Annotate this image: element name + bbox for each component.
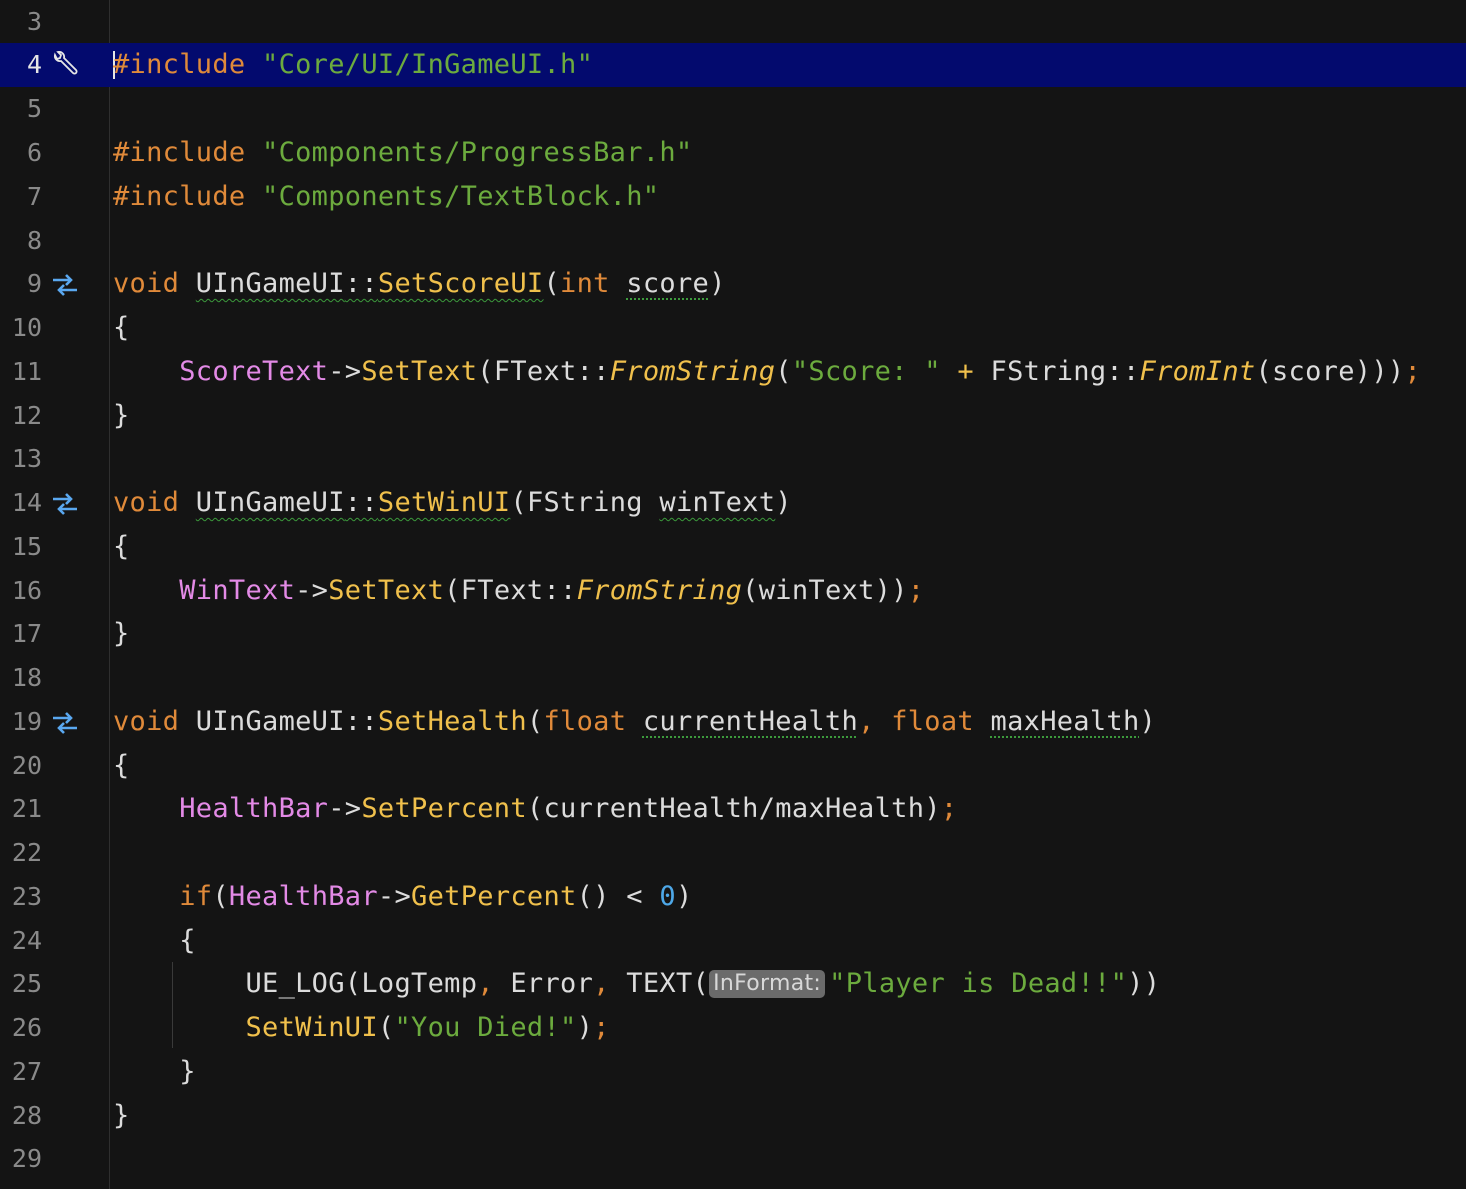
code-text: UE_LOG(LogTemp, Error, TEXT(InFormat: "Pl… xyxy=(245,968,1161,999)
code-line[interactable]: 11 ScoreText->SetText(FText::FromString(… xyxy=(0,350,1466,394)
line-number: 25 xyxy=(11,969,42,998)
line-number: 4 xyxy=(26,50,42,79)
code-line[interactable]: 18 xyxy=(0,656,1466,700)
code-text: } xyxy=(113,400,130,431)
line-number: 24 xyxy=(11,926,42,955)
code-line[interactable]: 8 xyxy=(0,219,1466,263)
line-number: 5 xyxy=(26,94,42,123)
code-line[interactable]: 12 } xyxy=(0,394,1466,438)
code-line[interactable]: 26 SetWinUI("You Died!"); xyxy=(0,1006,1466,1050)
line-number: 22 xyxy=(11,838,42,867)
wrench-icon[interactable] xyxy=(49,51,81,79)
code-text: #include "Components/TextBlock.h" xyxy=(113,181,660,212)
code-text: HealthBar->SetPercent(currentHealth/maxH… xyxy=(179,793,958,824)
code-line[interactable]: 29 xyxy=(0,1137,1466,1181)
line-number: 21 xyxy=(11,794,42,823)
line-number: 28 xyxy=(11,1101,42,1130)
code-text: void UInGameUI::SetHealth(float currentH… xyxy=(113,706,1157,737)
code-line[interactable]: 16 WinText->SetText(FText::FromString(wi… xyxy=(0,569,1466,613)
swap-arrows-icon[interactable] xyxy=(49,489,81,517)
code-line[interactable]: 20 { xyxy=(0,744,1466,788)
code-text: WinText->SetText(FText::FromString(winTe… xyxy=(179,575,925,606)
line-number: 12 xyxy=(11,401,42,430)
code-line[interactable]: 19 void UInGameUI::SetHealth(float curre… xyxy=(0,700,1466,744)
code-text: void UInGameUI::SetWinUI(FString winText… xyxy=(113,487,792,518)
line-number: 17 xyxy=(11,619,42,648)
code-line[interactable]: 23 if(HealthBar->GetPercent() < 0) xyxy=(0,875,1466,919)
code-text: } xyxy=(179,1056,196,1087)
line-number: 8 xyxy=(26,226,42,255)
line-number: 11 xyxy=(11,357,42,386)
swap-arrows-icon[interactable] xyxy=(49,270,81,298)
code-text: if(HealthBar->GetPercent() < 0) xyxy=(179,881,693,912)
line-number: 9 xyxy=(26,269,42,298)
line-number: 23 xyxy=(11,882,42,911)
code-line[interactable]: 15 { xyxy=(0,525,1466,569)
code-line[interactable]: 5 xyxy=(0,87,1466,131)
line-number: 18 xyxy=(11,663,42,692)
line-number: 15 xyxy=(11,532,42,561)
code-line[interactable]: 7 #include "Components/TextBlock.h" xyxy=(0,175,1466,219)
code-text: { xyxy=(113,312,130,343)
code-line[interactable]: 27 } xyxy=(0,1050,1466,1094)
line-number: 19 xyxy=(11,707,42,736)
code-line[interactable]: 17 } xyxy=(0,612,1466,656)
code-line[interactable]: 3 xyxy=(0,0,1466,44)
code-line-current[interactable]: 4 #include "Core/UI/InGameUI.h" xyxy=(0,43,1466,87)
code-text: #include "Components/ProgressBar.h" xyxy=(113,137,693,168)
code-line[interactable]: 25 UE_LOG(LogTemp, Error, TEXT(InFormat:… xyxy=(0,962,1466,1006)
code-text: { xyxy=(179,925,196,956)
line-number: 26 xyxy=(11,1013,42,1042)
line-number: 16 xyxy=(11,576,42,605)
code-editor[interactable]: 3 4 #include "Core/UI/InGameUI.h" 5 6 #i… xyxy=(0,0,1466,1189)
code-line[interactable]: 13 xyxy=(0,437,1466,481)
code-line[interactable]: 14 void UInGameUI::SetWinUI(FString winT… xyxy=(0,481,1466,525)
code-text: SetWinUI("You Died!"); xyxy=(245,1012,610,1043)
line-number: 13 xyxy=(11,444,42,473)
line-number: 14 xyxy=(11,488,42,517)
code-line[interactable]: 10 { xyxy=(0,306,1466,350)
swap-arrows-icon[interactable] xyxy=(49,708,81,736)
code-text: { xyxy=(113,531,130,562)
code-text: void UInGameUI::SetScoreUI(int score) xyxy=(113,268,726,299)
code-line[interactable]: 6 #include "Components/ProgressBar.h" xyxy=(0,131,1466,175)
code-line[interactable]: 9 void UInGameUI::SetScoreUI(int score) xyxy=(0,262,1466,306)
code-text: { xyxy=(113,750,130,781)
line-number: 27 xyxy=(11,1057,42,1086)
code-line[interactable]: 22 xyxy=(0,831,1466,875)
code-line[interactable]: 24 { xyxy=(0,919,1466,963)
line-number: 20 xyxy=(11,751,42,780)
line-number: 7 xyxy=(26,182,42,211)
code-line[interactable]: 28 } xyxy=(0,1094,1466,1138)
code-text: ScoreText->SetText(FText::FromString("Sc… xyxy=(179,356,1422,387)
line-number: 29 xyxy=(11,1144,42,1173)
code-line[interactable]: 21 HealthBar->SetPercent(currentHealth/m… xyxy=(0,787,1466,831)
indent-guide xyxy=(172,962,173,1048)
parameter-hint: InFormat: xyxy=(709,970,826,998)
line-number: 10 xyxy=(11,313,42,342)
code-text: } xyxy=(113,1100,130,1131)
line-number: 3 xyxy=(26,7,42,36)
code-text: #include "Core/UI/InGameUI.h" xyxy=(113,49,594,80)
code-text: } xyxy=(113,618,130,649)
line-number: 6 xyxy=(26,138,42,167)
